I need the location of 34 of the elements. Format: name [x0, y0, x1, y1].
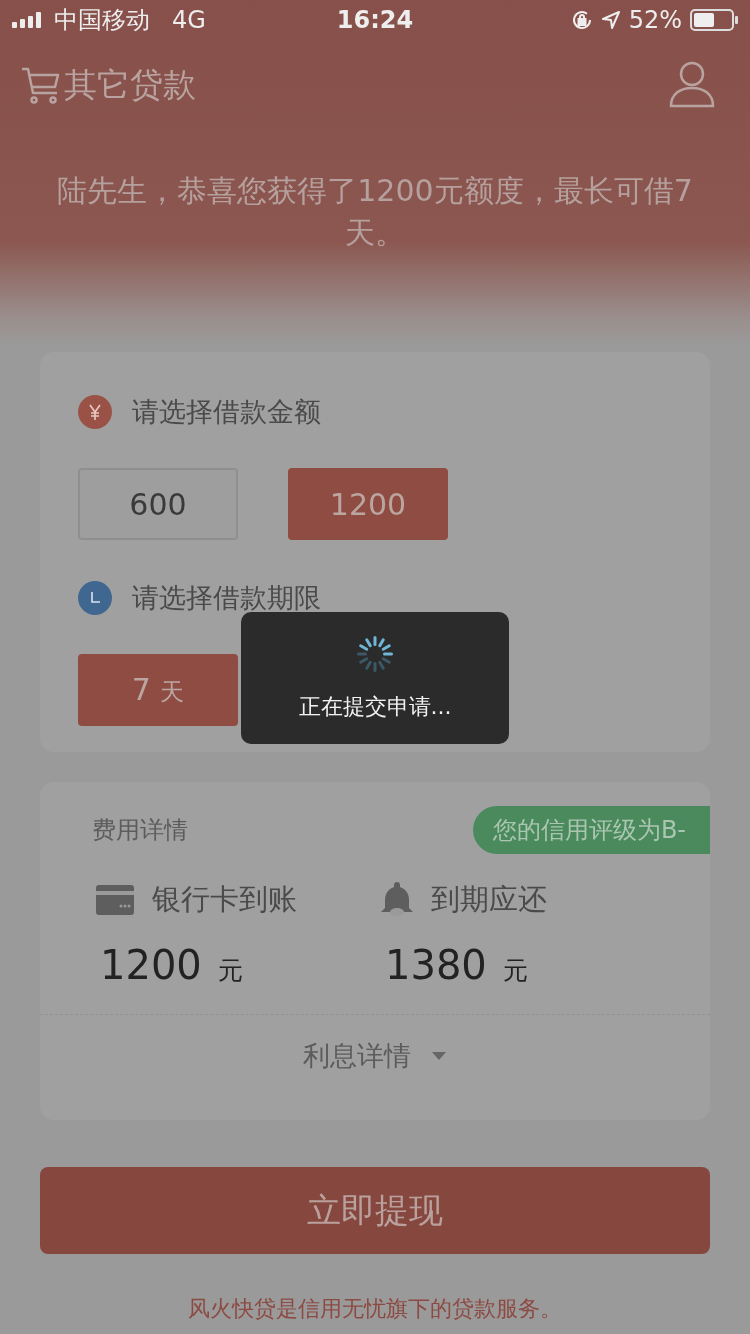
greeting-text: 陆先生，恭喜您获得了1200元额度，最长可借7天。: [56, 172, 694, 252]
rotation-lock-icon: [570, 9, 593, 31]
yuan-icon: [78, 395, 112, 429]
bank-card-icon: [96, 885, 134, 915]
currency-unit: 元: [502, 955, 528, 987]
section-label: 请选择借款金额: [132, 395, 321, 429]
term-option[interactable]: 7 天: [78, 654, 238, 726]
fee-amount: 1380: [385, 942, 487, 988]
fee-details-title: 费用详情: [92, 815, 188, 846]
fee-amount: 1200: [100, 942, 202, 988]
footer-text: 风火快贷是信用无忧旗下的贷款服务。: [187, 1295, 563, 1323]
spinner-icon: [355, 634, 395, 674]
amount-option[interactable]: 600: [78, 468, 238, 540]
cart-icon[interactable]: [20, 65, 62, 105]
carrier: 中国移动: [54, 5, 150, 36]
section-label: 请选择借款期限: [132, 581, 321, 615]
credit-rating-badge: 您的信用评级为B-: [472, 806, 710, 854]
amount-option[interactable]: 1200: [288, 468, 448, 540]
caret-icon: [431, 1051, 447, 1061]
bell-icon: [381, 882, 413, 918]
user-icon[interactable]: [668, 60, 716, 110]
clock: 16:24: [336, 6, 414, 34]
other-loans-link[interactable]: 其它贷款: [64, 62, 196, 108]
clock-icon: [78, 581, 112, 615]
battery-icon: [690, 9, 738, 31]
currency-unit: 元: [217, 955, 243, 987]
withdraw-button[interactable]: 立即提现: [40, 1167, 710, 1254]
network-type: 4G: [172, 6, 206, 34]
fee-label: 到期应还: [431, 881, 547, 918]
fee-label: 银行卡到账: [152, 881, 297, 918]
toast-message: 正在提交申请...: [298, 693, 452, 721]
interest-details-toggle[interactable]: 利息详情: [297, 1037, 453, 1075]
location-arrow-icon: [600, 10, 621, 30]
battery-percent: 52%: [628, 6, 682, 34]
